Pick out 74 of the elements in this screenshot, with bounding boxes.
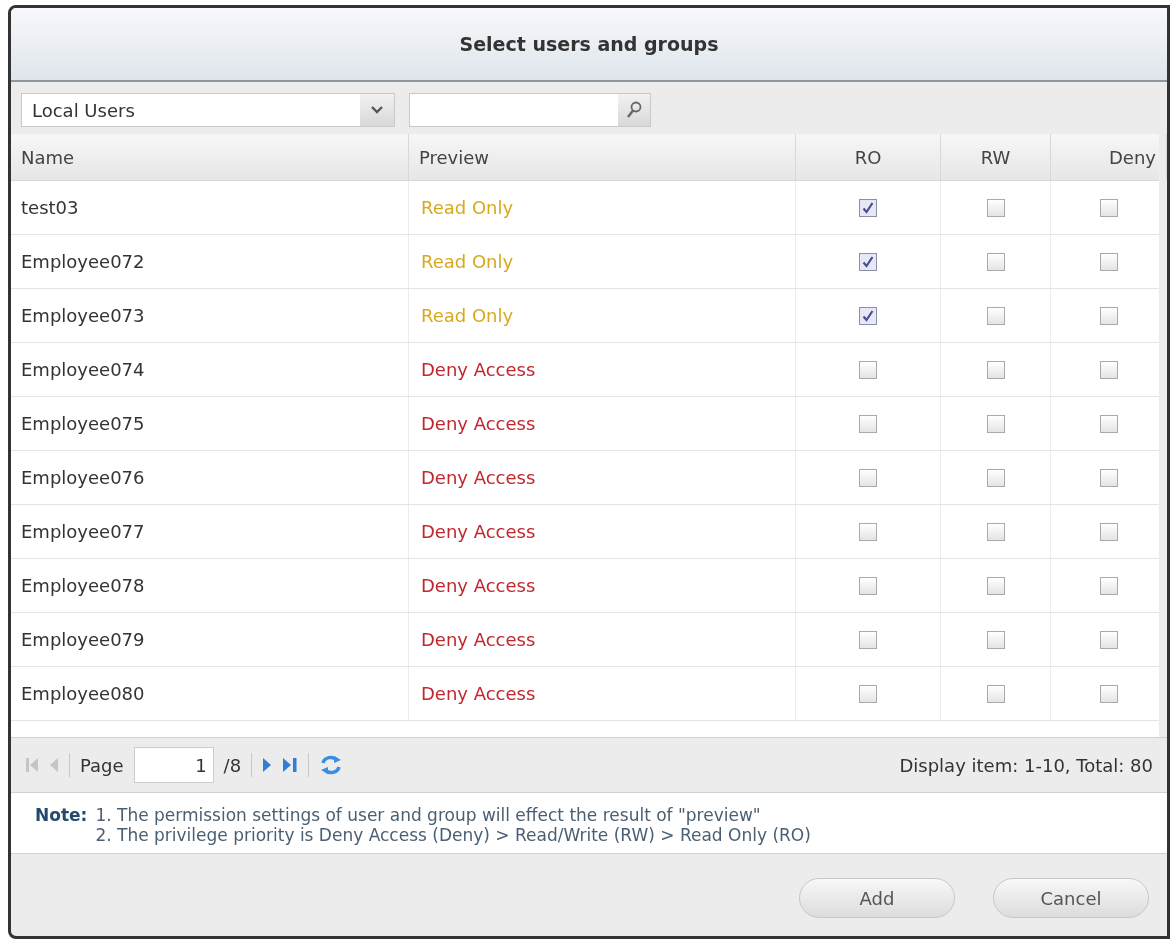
checkbox[interactable] (859, 522, 877, 541)
search-field[interactable] (409, 93, 651, 127)
checkbox[interactable] (859, 306, 877, 325)
checkbox[interactable] (1099, 360, 1118, 379)
previous-page-icon[interactable] (49, 756, 59, 774)
access-preview: Deny Access (409, 343, 796, 396)
checkbox[interactable] (1099, 414, 1118, 433)
checkbox[interactable] (1099, 198, 1118, 217)
access-preview: Deny Access (409, 613, 796, 666)
checkbox[interactable] (859, 684, 877, 703)
first-page-icon[interactable] (25, 756, 39, 774)
checkbox[interactable] (859, 252, 877, 271)
checkbox[interactable] (986, 576, 1005, 595)
access-preview: Read Only (409, 289, 796, 342)
checkbox[interactable] (1099, 630, 1118, 649)
access-preview: Deny Access (409, 397, 796, 450)
access-preview: Read Only (409, 181, 796, 234)
item-summary: Display item: 1-10, Total: 80 (899, 754, 1153, 776)
search-icon[interactable] (618, 94, 650, 126)
user-name: Employee073 (11, 289, 409, 342)
checkbox[interactable] (859, 576, 877, 595)
column-header[interactable]: Deny (1051, 134, 1167, 180)
checkbox[interactable] (859, 198, 877, 217)
checkbox[interactable] (1099, 522, 1118, 541)
user-name: Employee079 (11, 613, 409, 666)
access-preview: Deny Access (409, 559, 796, 612)
user-name: Employee075 (11, 397, 409, 450)
page-field[interactable]: 1 (133, 747, 214, 783)
checkbox[interactable] (859, 630, 877, 649)
checkbox[interactable] (859, 414, 877, 433)
checkbox[interactable] (859, 360, 877, 379)
dialog-title: Select users and groups (11, 8, 1167, 82)
note-text: 1. The permission settings of user and group will effect the result of "preview" (95, 805, 762, 825)
user-name: Employee072 (11, 235, 409, 288)
checkbox[interactable] (986, 306, 1005, 325)
column-header[interactable]: RO (796, 134, 941, 180)
user-name: Employee074 (11, 343, 409, 396)
checkbox[interactable] (986, 684, 1005, 703)
checkbox[interactable] (1099, 306, 1118, 325)
user-name: test03 (11, 181, 409, 234)
checkbox[interactable] (1099, 576, 1118, 595)
note-label: Note: (35, 805, 88, 827)
checkbox[interactable] (1099, 684, 1118, 703)
checkbox[interactable] (986, 522, 1005, 541)
checkbox[interactable] (986, 360, 1005, 379)
user-name: Employee076 (11, 451, 409, 504)
checkbox[interactable] (986, 468, 1005, 487)
user-name: Employee077 (11, 505, 409, 558)
checkbox[interactable] (986, 252, 1005, 271)
access-preview: Deny Access (409, 667, 796, 720)
checkbox[interactable] (986, 414, 1005, 433)
column-header[interactable]: Name (11, 134, 409, 180)
user-name: Employee080 (11, 667, 409, 720)
access-preview: Read Only (409, 235, 796, 288)
page-count: /8 (223, 754, 242, 776)
cancel-button[interactable]: Cancel (993, 878, 1149, 918)
column-header[interactable]: Preview (409, 134, 796, 180)
checkbox[interactable] (986, 198, 1005, 217)
checkbox[interactable] (859, 468, 877, 487)
page-label: Page (80, 754, 124, 776)
add-button[interactable]: Add (799, 878, 955, 918)
last-page-icon[interactable] (282, 756, 299, 774)
refresh-icon[interactable] (319, 754, 344, 776)
note-text: 2. The privilege priority is Deny Access (Deny) > Read/Write (RW) > Read Only (RO) (95, 825, 811, 845)
user-name: Employee078 (11, 559, 409, 612)
user-type-dropdown[interactable]: Local Users (21, 93, 395, 127)
checkbox[interactable] (986, 630, 1005, 649)
caret-icon[interactable] (360, 94, 394, 126)
access-preview: Deny Access (409, 505, 796, 558)
checkbox[interactable] (1099, 252, 1118, 271)
access-preview: Deny Access (409, 451, 796, 504)
column-header[interactable]: RW (941, 134, 1051, 180)
checkbox[interactable] (1099, 468, 1118, 487)
next-page-icon[interactable] (262, 756, 273, 774)
